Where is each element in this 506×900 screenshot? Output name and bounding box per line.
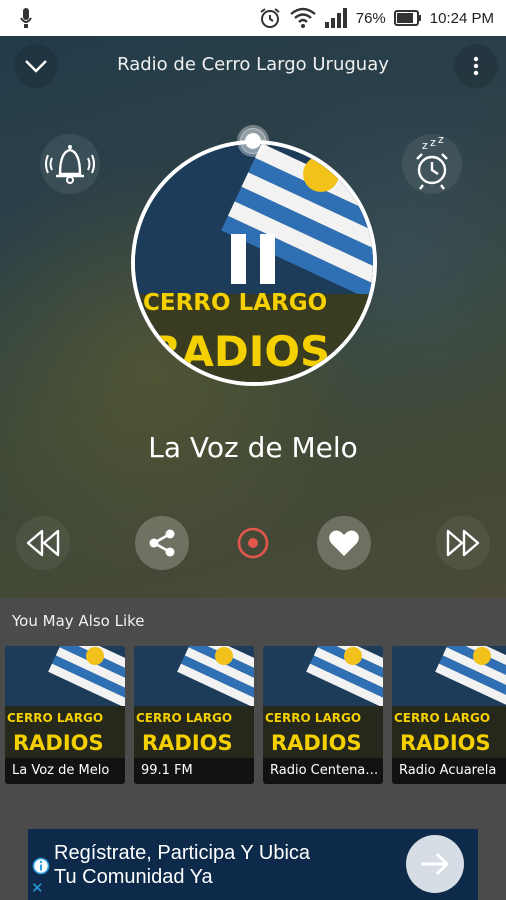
rewind-icon	[26, 529, 60, 557]
svg-text:RADIOS: RADIOS	[271, 731, 362, 755]
svg-text:RADIOS: RADIOS	[13, 731, 104, 755]
station-card-image: CERRO LARGO RADIOS	[5, 646, 125, 758]
alarm-clock-icon	[260, 8, 280, 28]
bell-icon	[45, 145, 95, 184]
svg-text:z: z	[430, 137, 436, 149]
player-top-bar: Radio de Cerro Largo Uruguay	[0, 36, 506, 96]
record-icon	[237, 527, 269, 559]
ad-banner[interactable]: ✕ Regístrate, Participa Y Ubica Tu Comun…	[28, 829, 478, 900]
station-card[interactable]: CERRO LARGO RADIOS La Voz de Melo	[5, 646, 125, 784]
previous-button[interactable]	[16, 516, 70, 570]
player-panel: Radio de Cerro Largo Uruguay z z z CERRO…	[0, 36, 506, 598]
sleep-timer-button[interactable]: z z z	[402, 134, 462, 194]
record-button[interactable]	[226, 516, 280, 570]
ad-text: Regístrate, Participa Y Ubica Tu Comunid…	[54, 841, 310, 889]
battery-icon	[393, 10, 421, 26]
arrow-right-icon	[421, 852, 450, 876]
station-card-image: CERRO LARGO RADIOS	[392, 646, 506, 758]
ad-info-icon[interactable]	[32, 857, 50, 875]
signal-icon	[324, 8, 347, 28]
station-name: La Voz de Melo	[148, 431, 358, 464]
svg-text:RADIOS: RADIOS	[142, 731, 233, 755]
svg-text:CERRO LARGO: CERRO LARGO	[7, 711, 103, 725]
recommendations-section: You May Also Like CERRO LARGO RADIOS La …	[0, 598, 506, 828]
status-bar: 76% 10:24 PM	[0, 0, 506, 36]
svg-text:z: z	[438, 137, 444, 146]
more-options-button[interactable]	[454, 44, 498, 88]
svg-text:RADIOS: RADIOS	[149, 327, 330, 376]
progress-knob[interactable]	[240, 128, 266, 154]
share-icon	[149, 529, 175, 557]
ad-line-2: Tu Comunidad Ya	[54, 866, 213, 888]
svg-text:CERRO LARGO: CERRO LARGO	[394, 711, 490, 725]
ad-cta-button[interactable]	[406, 835, 464, 893]
station-card-label: Radio Acuarela	[399, 763, 497, 778]
next-button[interactable]	[436, 516, 490, 570]
ad-close-icon[interactable]: ✕	[31, 879, 44, 897]
recommendations-list: CERRO LARGO RADIOS La Voz de Melo CERRO …	[5, 646, 506, 784]
svg-text:RADIOS: RADIOS	[400, 731, 491, 755]
playback-controls	[0, 516, 506, 572]
station-card[interactable]: CERRO LARGO RADIOS Radio Acuarela	[392, 646, 506, 784]
notification-icon	[20, 8, 32, 28]
chevron-down-icon	[25, 60, 47, 73]
wifi-icon	[289, 7, 316, 28]
share-button[interactable]	[135, 516, 189, 570]
svg-text:CERRO LARGO: CERRO LARGO	[136, 711, 232, 725]
collapse-button[interactable]	[14, 44, 58, 88]
station-card-image: CERRO LARGO RADIOS	[134, 646, 254, 758]
station-card-label: La Voz de Melo	[12, 763, 110, 778]
svg-text:CERRO LARGO: CERRO LARGO	[265, 711, 361, 725]
alarm-button[interactable]	[40, 134, 100, 194]
station-card[interactable]: CERRO LARGO RADIOS Radio Centenario	[263, 646, 383, 784]
svg-text:CERRO LARGO: CERRO LARGO	[143, 290, 327, 316]
fast-forward-icon	[446, 529, 480, 557]
station-card-label: 99.1 FM	[141, 763, 193, 778]
ad-line-1: Regístrate, Participa Y Ubica	[54, 842, 311, 864]
battery-percent: 76%	[355, 9, 386, 27]
station-card-image: CERRO LARGO RADIOS	[263, 646, 383, 758]
more-vert-icon	[473, 56, 479, 76]
svg-text:z: z	[422, 139, 428, 152]
pause-button[interactable]	[229, 234, 277, 284]
station-card[interactable]: CERRO LARGO RADIOS 99.1 FM	[134, 646, 254, 784]
clock-time: 10:24 PM	[429, 9, 494, 27]
heart-icon	[329, 530, 359, 556]
favorite-button[interactable]	[317, 516, 371, 570]
recommendations-heading: You May Also Like	[12, 612, 145, 630]
sleep-timer-icon: z z z	[416, 137, 448, 190]
player-title: Radio de Cerro Largo Uruguay	[117, 54, 389, 75]
station-card-label: Radio Centenario	[270, 763, 380, 778]
